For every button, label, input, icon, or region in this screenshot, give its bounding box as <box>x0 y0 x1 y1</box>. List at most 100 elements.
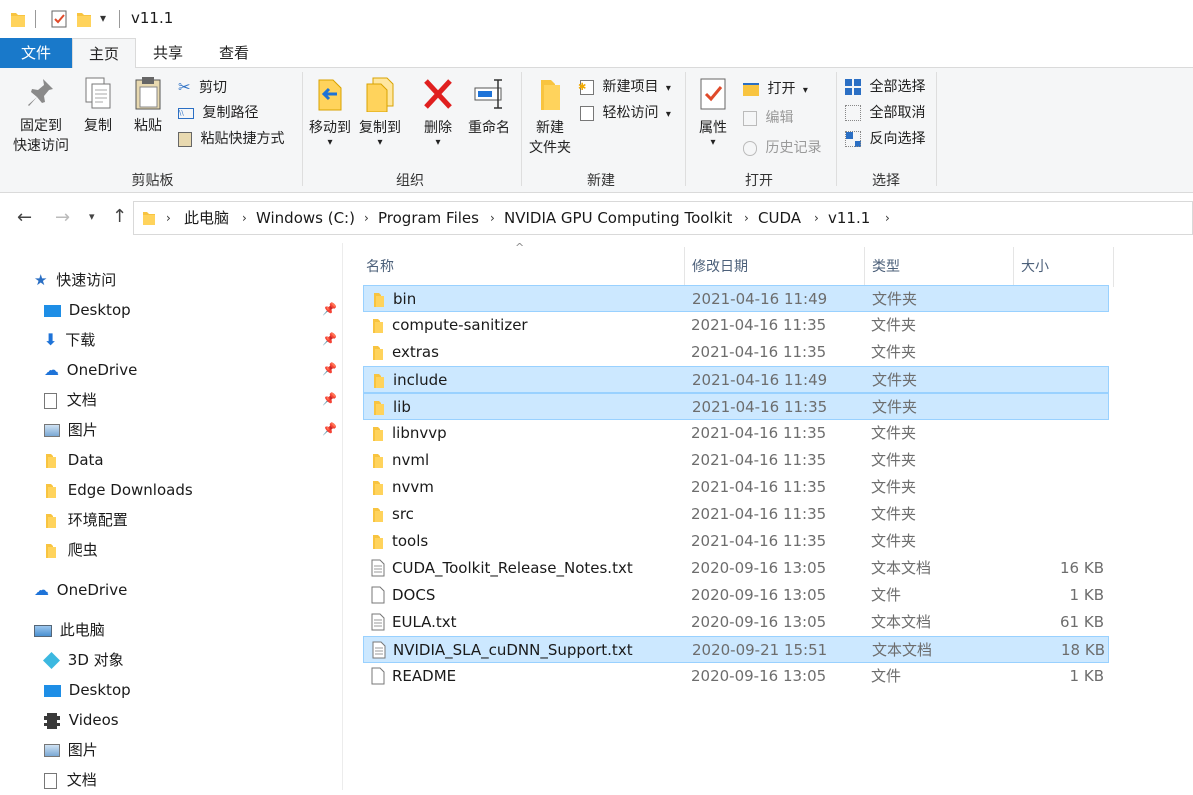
file-row[interactable]: lib 2021-04-16 11:35 文件夹 <box>363 393 1109 420</box>
nav-item-desktop[interactable]: Desktop <box>44 295 131 325</box>
customize-quick-access-chevron-icon[interactable]: ▾ <box>100 11 106 25</box>
file-row[interactable]: include 2021-04-16 11:49 文件夹 <box>363 366 1109 393</box>
breadcrumb-windows-c[interactable]: Windows (C:) <box>256 202 355 234</box>
paste-button[interactable]: 粘贴 <box>126 76 170 136</box>
easy-access-button[interactable]: 轻松访问 ▾ <box>580 102 671 124</box>
folder-icon <box>373 319 383 333</box>
file-row[interactable]: compute-sanitizer 2021-04-16 11:35 文件夹 <box>363 312 1109 339</box>
nav-item-documents-pc[interactable]: 文档 <box>44 765 97 795</box>
file-row[interactable]: README 2020-09-16 13:05 文件 1 KB <box>363 663 1109 690</box>
new-folder-icon[interactable] <box>76 10 92 28</box>
history-button[interactable]: 历史记录 <box>743 137 821 159</box>
file-row[interactable]: tools 2021-04-16 11:35 文件夹 <box>363 528 1109 555</box>
breadcrumb-program-files[interactable]: Program Files <box>378 202 479 234</box>
nav-item-crawler[interactable]: 爬虫 <box>44 535 98 565</box>
tab-share[interactable]: 共享 <box>136 38 200 68</box>
nav-item-this-pc[interactable]: 此电脑 <box>34 615 105 645</box>
breadcrumb-v11-1[interactable]: v11.1 <box>828 202 870 234</box>
column-header-date[interactable]: 修改日期 <box>692 249 748 285</box>
nav-item-3d-objects[interactable]: 3D 对象 <box>43 645 124 675</box>
cloud-icon: ☁ <box>44 361 59 379</box>
nav-item-onedrive[interactable]: ☁ OneDrive <box>44 355 137 385</box>
column-header-name[interactable]: 名称 <box>366 249 394 285</box>
file-row[interactable]: nvvm 2021-04-16 11:35 文件夹 <box>363 474 1109 501</box>
pin-icon[interactable]: 📌 <box>322 422 337 436</box>
file-row[interactable]: NVIDIA_SLA_cuDNN_Support.txt 2020-09-21 1… <box>363 636 1109 663</box>
open-button[interactable]: 打开 ▾ <box>743 78 808 100</box>
tab-home[interactable]: 主页 <box>72 38 136 69</box>
pin-icon[interactable]: 📌 <box>322 332 337 346</box>
rename-button[interactable]: 重命名 <box>464 76 514 138</box>
nav-label: Desktop <box>68 301 131 319</box>
copy-label: 复制 <box>84 118 112 134</box>
breadcrumb-this-pc[interactable]: 此电脑 <box>184 202 229 234</box>
file-row[interactable]: nvml 2021-04-16 11:35 文件夹 <box>363 447 1109 474</box>
file-row[interactable]: libnvvp 2021-04-16 11:35 文件夹 <box>363 420 1109 447</box>
file-row[interactable]: EULA.txt 2020-09-16 13:05 文本文档 61 KB <box>363 609 1109 636</box>
copy-to-button[interactable]: 复制到 ▾ <box>356 76 404 148</box>
properties-button[interactable]: 属性 ▾ <box>690 76 736 148</box>
nav-item-downloads[interactable]: ⬇ 下载 <box>44 325 95 355</box>
nav-item-onedrive-root[interactable]: ☁ OneDrive <box>34 575 127 605</box>
invert-selection-button[interactable]: 反向选择 <box>845 128 925 150</box>
file-name: include <box>393 371 448 389</box>
file-row[interactable]: src 2021-04-16 11:35 文件夹 <box>363 501 1109 528</box>
pin-to-quick-access-button[interactable]: 固定到 快速访问 <box>6 76 76 156</box>
file-date: 2020-09-16 13:05 <box>691 667 827 685</box>
file-row[interactable]: DOCS 2020-09-16 13:05 文件 1 KB <box>363 582 1109 609</box>
nav-item-data[interactable]: Data <box>44 445 104 475</box>
new-folder-button[interactable]: 新建 文件夹 <box>524 76 576 158</box>
breadcrumb-nvidia-toolkit[interactable]: NVIDIA GPU Computing Toolkit <box>504 202 732 234</box>
back-arrow-icon[interactable]: ← <box>17 207 32 228</box>
breadcrumb-chevron-icon[interactable]: › <box>364 202 369 234</box>
up-arrow-icon[interactable]: ↑ <box>112 206 127 227</box>
pin-icon[interactable]: 📌 <box>322 362 337 376</box>
column-divider[interactable] <box>684 247 685 287</box>
tab-view[interactable]: 查看 <box>202 38 266 68</box>
nav-item-edge-downloads[interactable]: Edge Downloads <box>44 475 193 505</box>
select-none-button[interactable]: 全部取消 <box>845 102 925 124</box>
nav-item-desktop-pc[interactable]: Desktop <box>44 675 131 705</box>
move-to-button[interactable]: 移动到 ▾ <box>306 76 354 148</box>
breadcrumb-chevron-icon[interactable]: › <box>242 202 247 234</box>
copy-button[interactable]: 复制 <box>76 76 120 136</box>
file-row[interactable]: bin 2021-04-16 11:49 文件夹 <box>363 285 1109 312</box>
file-row[interactable]: extras 2021-04-16 11:35 文件夹 <box>363 339 1109 366</box>
column-header-type[interactable]: 类型 <box>872 249 900 285</box>
select-all-button[interactable]: 全部选择 <box>845 76 925 98</box>
folder-icon <box>373 535 383 549</box>
nav-item-documents[interactable]: 文档 <box>44 385 97 415</box>
recent-locations-chevron-icon[interactable]: ▾ <box>89 210 95 223</box>
folder-icon <box>143 212 155 225</box>
paste-shortcut-button[interactable]: 粘贴快捷方式 <box>178 128 284 150</box>
breadcrumb-chevron-icon[interactable]: › <box>744 202 749 234</box>
open-icon <box>743 82 759 96</box>
edit-button[interactable]: 编辑 <box>743 107 793 129</box>
column-divider[interactable] <box>1013 247 1014 287</box>
forward-arrow-icon[interactable]: → <box>55 207 70 228</box>
cut-button[interactable]: ✂ 剪切 <box>178 76 227 98</box>
copy-path-button[interactable]: \\ 复制路径 <box>178 102 258 124</box>
pin-icon[interactable]: 📌 <box>322 302 337 316</box>
breadcrumb-chevron-icon[interactable]: › <box>490 202 495 234</box>
nav-item-pictures-pc[interactable]: 图片 <box>44 735 98 765</box>
new-item-button[interactable]: ✱ 新建项目 ▾ <box>578 76 671 98</box>
column-divider[interactable] <box>1113 247 1114 287</box>
nav-item-quick-access[interactable]: ★ 快速访问 <box>34 265 116 295</box>
address-bar[interactable]: › 此电脑 › Windows (C:) › Program Files › N… <box>133 201 1193 235</box>
nav-item-env-config[interactable]: 环境配置 <box>44 505 128 535</box>
nav-item-pictures[interactable]: 图片 <box>44 415 98 445</box>
properties-icon[interactable] <box>50 9 68 29</box>
group-label-organize: 组织 <box>396 173 424 189</box>
breadcrumb-chevron-icon[interactable]: › <box>166 202 171 234</box>
nav-item-videos[interactable]: Videos <box>44 705 119 735</box>
tab-file[interactable]: 文件 <box>0 38 72 68</box>
breadcrumb-chevron-icon[interactable]: › <box>814 202 819 234</box>
column-header-size[interactable]: 大小 <box>1021 249 1049 285</box>
file-row[interactable]: CUDA_Toolkit_Release_Notes.txt 2020-09-16… <box>363 555 1109 582</box>
breadcrumb-chevron-icon[interactable]: › <box>885 202 890 234</box>
pin-icon[interactable]: 📌 <box>322 392 337 406</box>
column-divider[interactable] <box>864 247 865 287</box>
delete-button[interactable]: 删除 ▾ <box>416 76 460 148</box>
breadcrumb-cuda[interactable]: CUDA <box>758 202 801 234</box>
